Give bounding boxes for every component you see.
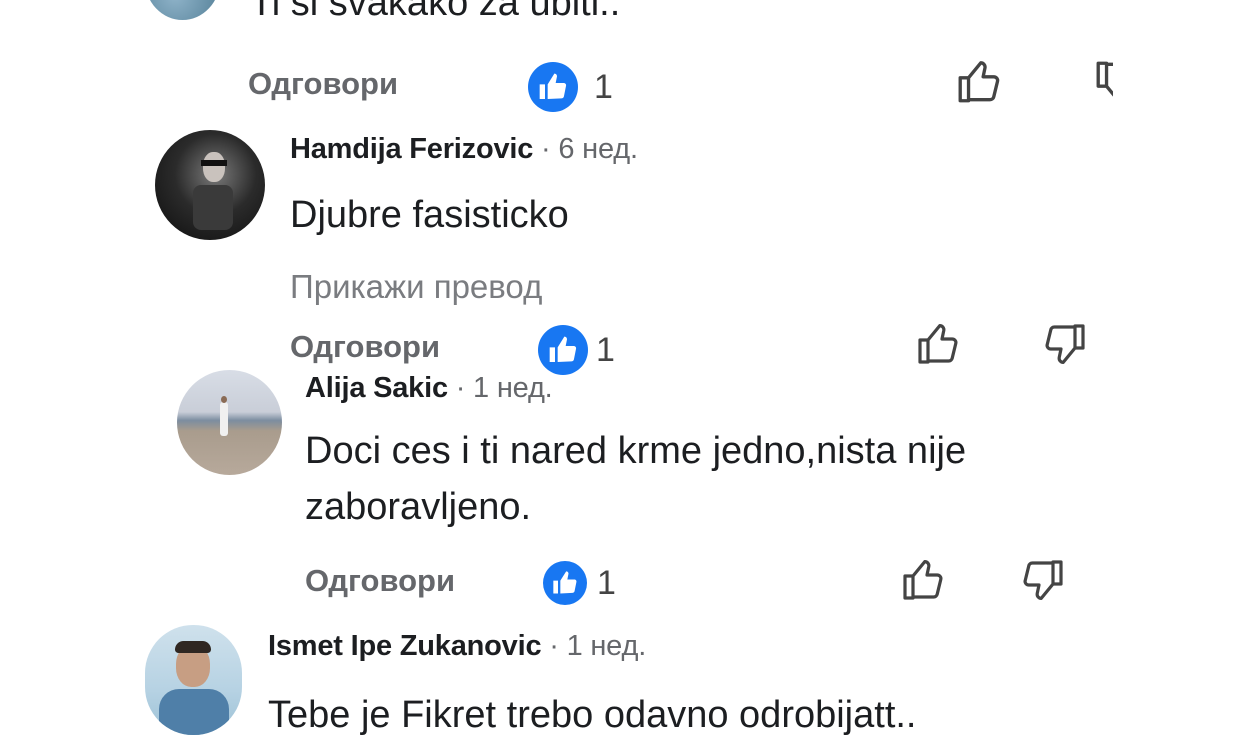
avatar[interactable] xyxy=(145,0,220,20)
comment-text: Djubre fasisticko xyxy=(290,194,569,236)
avatar[interactable] xyxy=(177,370,282,475)
thumbs-down-icon[interactable] xyxy=(1018,556,1066,609)
comment-time: · 6 нед. xyxy=(533,133,638,165)
author-name[interactable]: Alija Sakic xyxy=(305,372,448,404)
like-reaction-icon xyxy=(543,561,587,605)
comment-text: Tebe je Fikret trebo odavno odrobijatt.. xyxy=(268,694,917,736)
reply-button[interactable]: Одговори xyxy=(248,66,398,102)
comment-text: Ti si svakako za ubiti.. xyxy=(250,0,621,24)
like-reaction-icon xyxy=(538,325,588,375)
comment-text-line: zaboravljeno. xyxy=(305,486,532,528)
comment-time: · 1 нед. xyxy=(541,630,647,662)
thumbs-up-icon[interactable] xyxy=(915,320,963,373)
comment-text-line: Doci ces i ti nared krme jedno,nista nij… xyxy=(305,430,967,472)
reply-button[interactable]: Одговори xyxy=(305,563,455,599)
reply-button[interactable]: Одговори xyxy=(290,329,440,365)
thumbs-up-icon[interactable] xyxy=(955,57,1005,112)
comment-author[interactable]: Hamdija Ferizovic · 6 нед. xyxy=(290,133,638,166)
avatar[interactable] xyxy=(145,625,242,735)
author-name[interactable]: Ismet Ipe Zukanovic xyxy=(268,630,542,662)
thumbs-up-icon[interactable] xyxy=(900,556,948,609)
show-translation-link[interactable]: Прикажи превод xyxy=(290,268,542,306)
thumbs-down-icon[interactable] xyxy=(1093,57,1113,107)
like-reaction-icon xyxy=(528,62,578,112)
like-count: 1 xyxy=(596,331,615,369)
like-count: 1 xyxy=(594,68,613,106)
comment-author[interactable]: Alija Sakic · 1 нед. xyxy=(305,372,553,405)
comment-author[interactable]: Ismet Ipe Zukanovic · 1 нед. xyxy=(268,630,646,663)
avatar[interactable] xyxy=(155,130,265,240)
comment-time: · 1 нед. xyxy=(447,372,553,404)
thumbs-down-icon[interactable] xyxy=(1040,320,1088,373)
like-count: 1 xyxy=(597,564,616,602)
author-name[interactable]: Hamdija Ferizovic xyxy=(290,133,533,165)
